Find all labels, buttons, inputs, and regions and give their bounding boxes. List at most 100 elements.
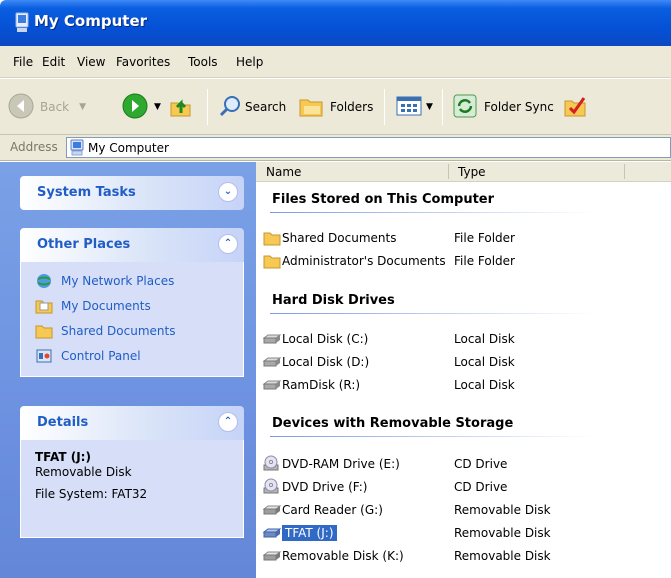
- list-item[interactable]: Card Reader (G:) Removable Disk: [262, 500, 652, 520]
- address-bar: Address My Computer: [0, 135, 671, 161]
- list-item[interactable]: RamDisk (R:) Local Disk: [262, 375, 652, 395]
- item-type: CD Drive: [454, 480, 508, 494]
- system-tasks-title: System Tasks: [37, 185, 136, 200]
- control-panel-icon: [35, 347, 53, 365]
- link-my-network-places[interactable]: My Network Places: [21, 268, 243, 293]
- list-item[interactable]: DVD Drive (F:) CD Drive: [262, 477, 652, 497]
- column-name[interactable]: Name: [266, 165, 301, 179]
- sidebar-item-label: Control Panel: [61, 348, 141, 363]
- group-header: Hard Disk Drives: [272, 293, 395, 308]
- hard-disk-icon: [262, 353, 282, 371]
- other-places-body: My Network Places My Documents Shared Do…: [20, 262, 244, 377]
- sidebar-item-label: Shared Documents: [61, 323, 176, 338]
- address-label: Address: [10, 140, 58, 154]
- folder-icon: [35, 322, 53, 340]
- search-button[interactable]: Search: [218, 91, 286, 123]
- item-type: Removable Disk: [454, 549, 551, 563]
- link-my-documents[interactable]: My Documents: [21, 293, 243, 318]
- my-documents-icon: [35, 297, 53, 315]
- back-arrow-icon: [8, 93, 34, 122]
- menu-bar: File Edit View Favorites Tools Help: [0, 46, 671, 78]
- item-type: Removable Disk: [454, 503, 551, 517]
- folder-icon: [262, 229, 282, 247]
- dvd-drive-icon: [262, 455, 282, 473]
- menu-edit[interactable]: Edit: [42, 55, 65, 69]
- folders-button[interactable]: Folders: [298, 91, 373, 123]
- search-icon: [218, 94, 242, 121]
- item-type: CD Drive: [454, 457, 508, 471]
- sidebar-item-label: My Documents: [61, 298, 151, 313]
- search-label: Search: [245, 100, 287, 114]
- item-name: Card Reader (G:): [282, 503, 383, 517]
- back-dropdown-icon[interactable]: ▼: [79, 102, 86, 112]
- list-item-selected[interactable]: TFAT (J:) Removable Disk: [262, 523, 652, 543]
- item-name: TFAT (J:): [282, 525, 337, 541]
- views-button[interactable]: ▼: [396, 91, 433, 123]
- details-body: TFAT (J:) Removable Disk File System: FA…: [20, 440, 244, 538]
- up-folder-button[interactable]: [168, 91, 194, 123]
- sync-options-button[interactable]: [562, 91, 588, 123]
- task-pane: System Tasks ⌄ Other Places ⌃ My Network…: [0, 162, 256, 578]
- column-type[interactable]: Type: [458, 165, 486, 179]
- address-field[interactable]: My Computer: [66, 137, 671, 158]
- item-name: Removable Disk (K:): [282, 549, 404, 563]
- details-file-system: File System: FAT32: [35, 487, 148, 501]
- removable-disk-icon: [262, 524, 282, 542]
- list-item[interactable]: DVD-RAM Drive (E:) CD Drive: [262, 454, 652, 474]
- menu-file[interactable]: File: [13, 55, 33, 69]
- list-item[interactable]: Removable Disk (K:) Removable Disk: [262, 546, 652, 566]
- details-header[interactable]: Details ⌃: [20, 406, 244, 440]
- folder-sync-icon: [452, 93, 478, 122]
- folder-sync-label: Folder Sync: [484, 100, 554, 114]
- group-header: Devices with Removable Storage: [272, 416, 514, 431]
- removable-disk-icon: [262, 547, 282, 565]
- window-title: My Computer: [34, 12, 148, 30]
- expand-chevron-icon[interactable]: ⌄: [218, 182, 238, 202]
- menu-favorites[interactable]: Favorites: [116, 55, 170, 69]
- menu-view[interactable]: View: [77, 55, 105, 69]
- link-control-panel[interactable]: Control Panel: [21, 343, 243, 368]
- details-title: Details: [37, 415, 89, 430]
- views-icon: [396, 95, 422, 120]
- system-tasks-panel: System Tasks ⌄: [20, 176, 244, 210]
- folders-icon: [298, 94, 324, 121]
- list-item[interactable]: Local Disk (C:) Local Disk: [262, 329, 652, 349]
- views-dropdown-icon[interactable]: ▼: [426, 102, 433, 112]
- list-item[interactable]: Local Disk (D:) Local Disk: [262, 352, 652, 372]
- item-type: Removable Disk: [454, 526, 551, 540]
- hard-disk-icon: [262, 376, 282, 394]
- forward-arrow-icon: [122, 93, 148, 122]
- menu-tools[interactable]: Tools: [188, 55, 218, 69]
- item-name: Local Disk (C:): [282, 332, 369, 346]
- details-panel: Details ⌃ TFAT (J:) Removable Disk File …: [20, 406, 244, 538]
- menu-help[interactable]: Help: [236, 55, 263, 69]
- up-folder-icon: [168, 93, 194, 122]
- folder-sync-button[interactable]: Folder Sync: [452, 91, 554, 123]
- item-name: Administrator's Documents: [282, 254, 446, 268]
- collapse-chevron-icon[interactable]: ⌃: [218, 234, 238, 254]
- item-type: File Folder: [454, 254, 515, 268]
- item-name: RamDisk (R:): [282, 378, 361, 392]
- list-item[interactable]: Shared Documents File Folder: [262, 228, 652, 248]
- dvd-drive-icon: [262, 478, 282, 496]
- system-tasks-header[interactable]: System Tasks ⌄: [20, 176, 244, 210]
- details-type: Removable Disk: [35, 465, 132, 479]
- forward-button[interactable]: ▼: [122, 91, 161, 123]
- collapse-chevron-icon[interactable]: ⌃: [218, 412, 238, 432]
- title-bar[interactable]: My Computer: [0, 0, 671, 46]
- item-type: File Folder: [454, 231, 515, 245]
- back-button[interactable]: Back ▼: [8, 91, 86, 123]
- folders-label: Folders: [330, 100, 374, 114]
- group-header: Files Stored on This Computer: [272, 192, 495, 207]
- column-header: Name Type: [256, 162, 671, 182]
- toolbar: Back ▼ ▼ Search Folders ▼ Folder Sync: [0, 79, 671, 135]
- forward-dropdown-icon[interactable]: ▼: [154, 102, 161, 112]
- other-places-header[interactable]: Other Places ⌃: [20, 228, 244, 262]
- other-places-panel: Other Places ⌃ My Network Places My Docu…: [20, 228, 244, 377]
- list-item[interactable]: Administrator's Documents File Folder: [262, 251, 652, 271]
- item-type: Local Disk: [454, 355, 515, 369]
- item-type: Local Disk: [454, 378, 515, 392]
- link-shared-documents[interactable]: Shared Documents: [21, 318, 243, 343]
- back-label: Back: [40, 100, 70, 114]
- item-name: DVD-RAM Drive (E:): [282, 457, 400, 471]
